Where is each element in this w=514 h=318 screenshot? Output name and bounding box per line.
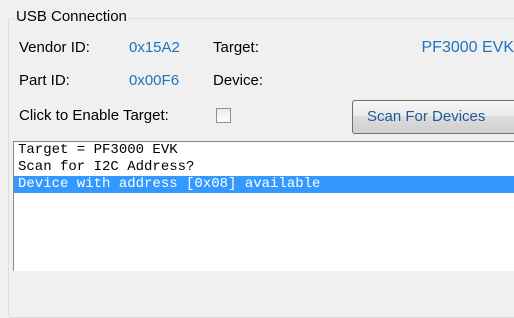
target-value: PF3000 EVK bbox=[421, 39, 514, 56]
group-title: USB Connection bbox=[14, 8, 129, 26]
log-listbox[interactable]: Target = PF3000 EVK Scan for I2C Address… bbox=[13, 141, 514, 271]
enable-target-label: Click to Enable Target: bbox=[19, 107, 169, 124]
enable-target-checkbox[interactable] bbox=[216, 108, 231, 123]
log-line-selected[interactable]: Device with address [0x08] available bbox=[14, 176, 514, 193]
part-id-label: Part ID: bbox=[19, 72, 70, 89]
part-id-value: 0x00F6 bbox=[129, 72, 180, 89]
vendor-id-value: 0x15A2 bbox=[129, 39, 180, 56]
vendor-id-label: Vendor ID: bbox=[19, 39, 90, 56]
target-label: Target: bbox=[213, 39, 259, 56]
scan-for-devices-button[interactable]: Scan For Devices bbox=[352, 100, 514, 134]
log-line[interactable]: Target = PF3000 EVK bbox=[14, 142, 514, 159]
device-label: Device: bbox=[213, 72, 264, 89]
log-line[interactable]: Scan for I2C Address? bbox=[14, 159, 514, 176]
